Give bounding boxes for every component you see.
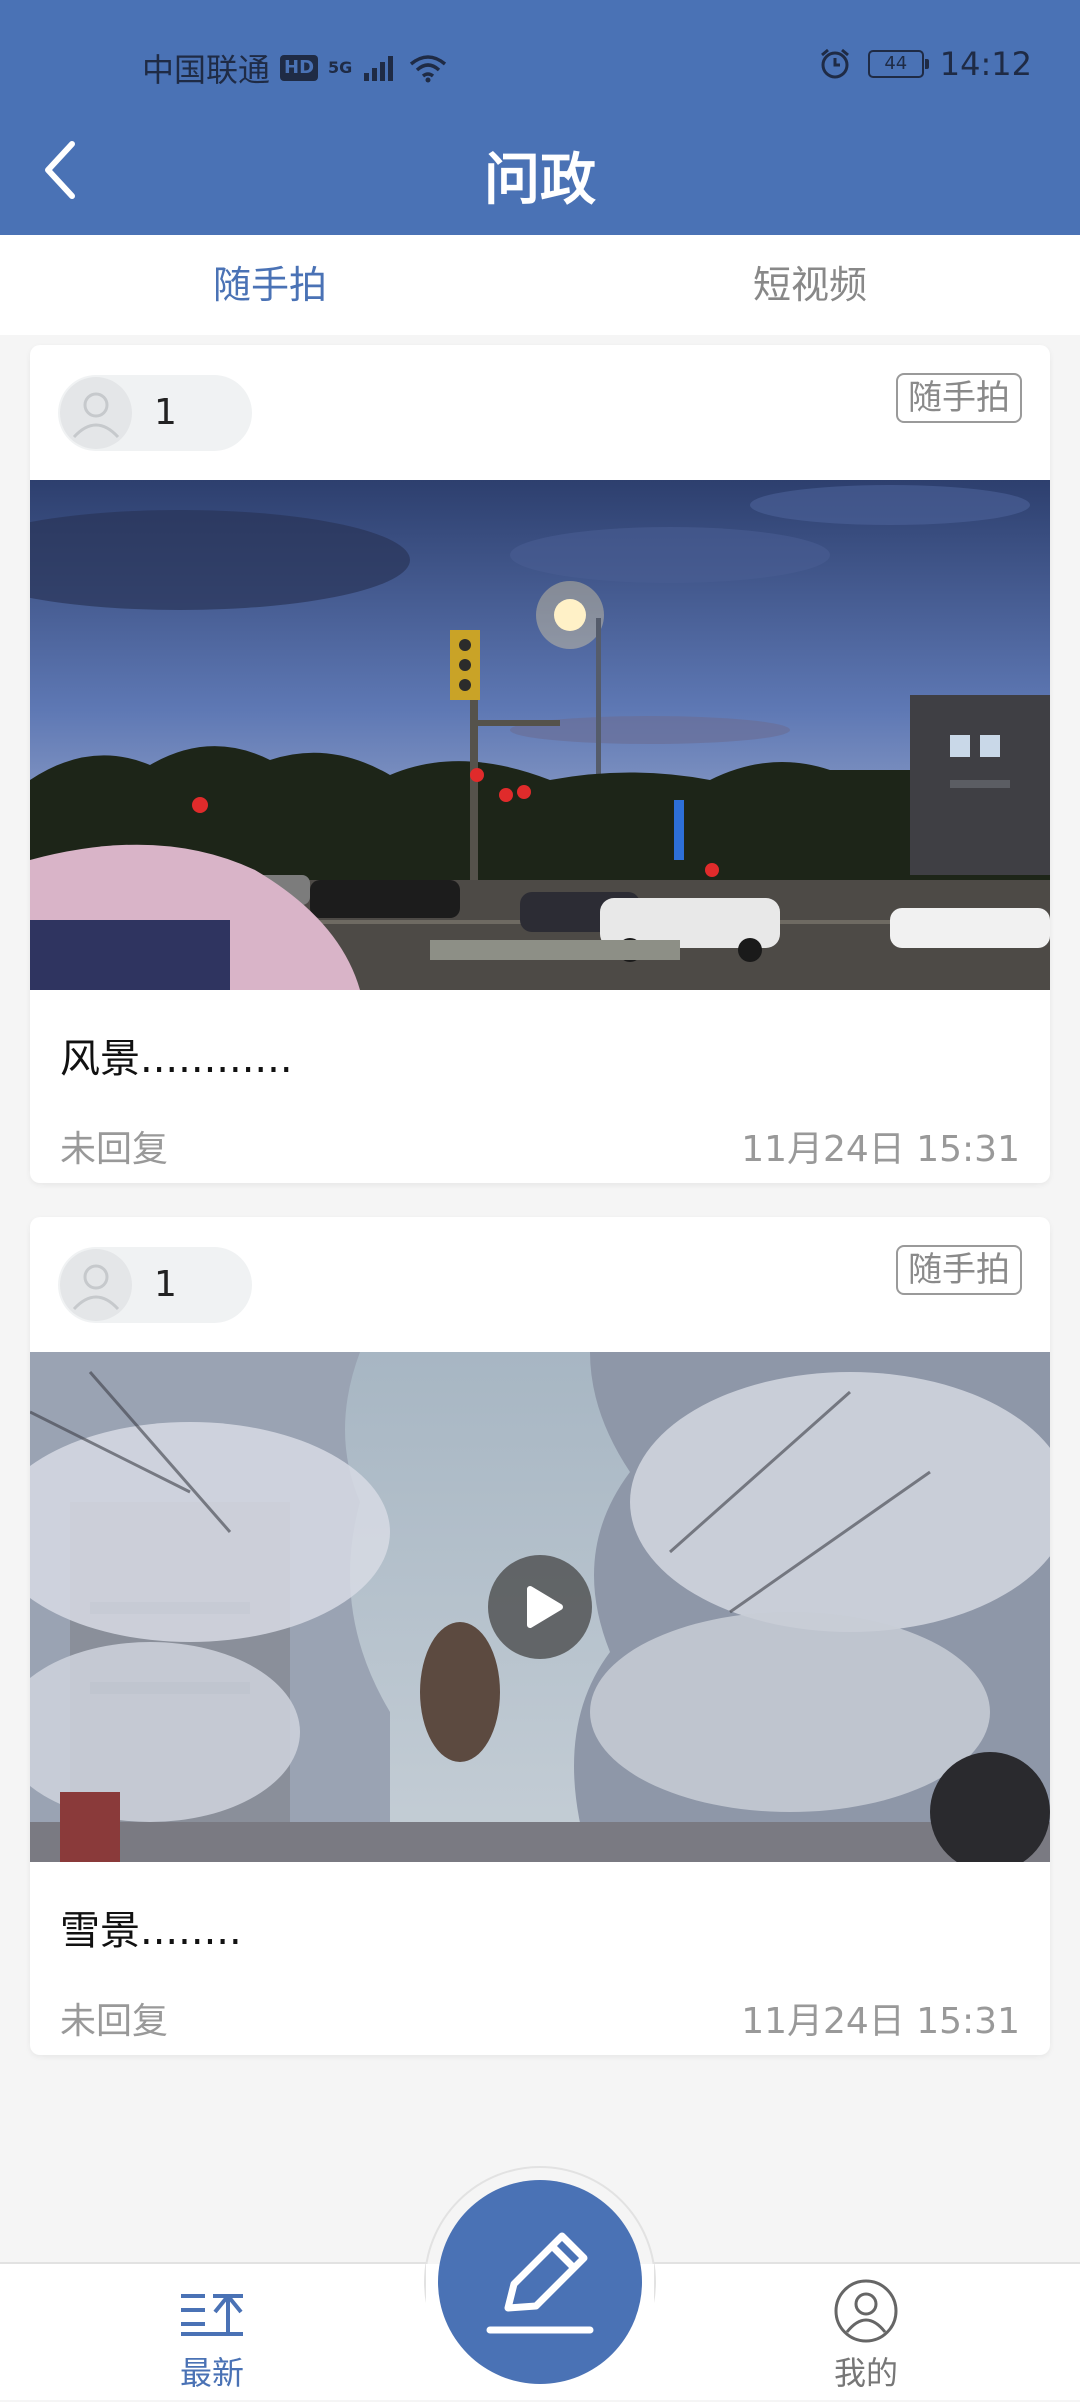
post-header: 1 随手拍	[30, 345, 1050, 480]
network-type: 5G	[328, 58, 353, 77]
latest-list-icon	[181, 2294, 243, 2336]
app-header: 中国联通 HD 5G 44 14:12 问政	[0, 0, 1080, 235]
post-type-tag: 随手拍	[896, 1245, 1022, 1295]
user-count: 1	[154, 1264, 177, 1305]
edit-pencil-icon	[486, 2232, 594, 2334]
hd-badge: HD	[280, 55, 319, 81]
signal-icon	[364, 56, 394, 81]
post-photo[interactable]	[30, 480, 1050, 990]
profile-icon	[834, 2279, 898, 2343]
status-left: 中国联通 HD 5G	[142, 45, 448, 91]
carrier-name: 中国联通	[142, 51, 271, 89]
nav-latest-label: 最新	[179, 2354, 244, 2392]
battery-indicator: 44	[867, 50, 929, 78]
post-card[interactable]: 1 随手拍	[30, 1217, 1050, 2055]
user-avatar-icon	[60, 1249, 132, 1321]
reply-status: 未回复	[60, 2001, 169, 2042]
play-icon	[527, 1586, 563, 1628]
page-title: 问政	[484, 148, 596, 213]
post-footer: 未回复 11月24日 15:31	[30, 1110, 1050, 1183]
post-card[interactable]: 1 随手拍	[30, 345, 1050, 1183]
nav-latest[interactable]: 最新	[112, 2264, 312, 2402]
post-title: 风景............	[60, 1036, 293, 1082]
status-bar: 中国联通 HD 5G 44 14:12	[0, 40, 1080, 90]
post-video-thumbnail[interactable]	[30, 1352, 1050, 1862]
wifi-icon	[410, 55, 447, 83]
post-title: 雪景........	[60, 1908, 242, 1954]
nav-mine[interactable]: 我的	[766, 2264, 966, 2402]
user-avatar-icon	[60, 377, 132, 449]
post-footer: 未回复 11月24日 15:31	[30, 1982, 1050, 2055]
alarm-icon	[820, 48, 849, 79]
tab-snapshot[interactable]: 随手拍	[120, 235, 420, 335]
nav-mine-label: 我的	[833, 2354, 898, 2392]
user-count: 1	[154, 392, 177, 433]
tab-short-video[interactable]: 短视频	[660, 235, 960, 335]
post-type-tag: 随手拍	[896, 373, 1022, 423]
user-chip[interactable]: 1	[58, 375, 252, 451]
tab-bar: 随手拍 短视频	[0, 235, 1080, 335]
post-timestamp: 11月24日 15:31	[741, 2001, 1020, 2042]
clock-time: 14:12	[939, 45, 1032, 83]
status-right: 44 14:12	[818, 45, 1032, 83]
user-chip[interactable]: 1	[58, 1247, 252, 1323]
post-header: 1 随手拍	[30, 1217, 1050, 1352]
post-timestamp: 11月24日 15:31	[741, 1129, 1020, 1170]
reply-status: 未回复	[60, 1129, 169, 1170]
compose-button[interactable]	[438, 2180, 642, 2384]
play-button[interactable]	[488, 1555, 592, 1659]
